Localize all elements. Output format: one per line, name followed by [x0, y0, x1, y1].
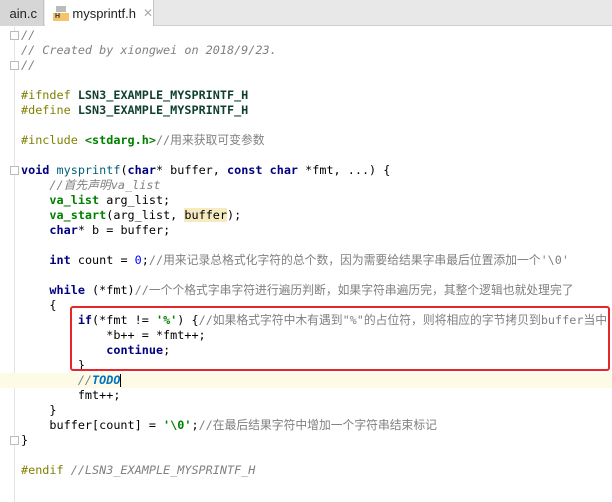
code-token: // [21, 58, 36, 72]
code-token: char [127, 163, 156, 177]
code-line: char* b = buffer; [21, 223, 607, 238]
code-token: ( [120, 163, 128, 177]
code-token: va_list [49, 193, 100, 207]
code-token: TODO [92, 373, 121, 387]
code-token: buffer [184, 208, 228, 222]
code-token: #ifndef [21, 88, 78, 102]
code-token: (*fmt) [84, 283, 135, 297]
code-editor[interactable]: //// Created by xiongwei on 2018/9/23.//… [0, 27, 612, 502]
code-token: * b = buffer; [77, 223, 171, 237]
tab-label: ain.c [9, 5, 37, 21]
code-token: ); [227, 208, 242, 222]
text-caret [120, 374, 122, 387]
code-token: { [21, 298, 57, 312]
code-line: #define LSN3_EXAMPLE_MYSPRINTF_H [21, 103, 607, 118]
code-line: void mysprintf(char* buffer, const char … [21, 163, 607, 178]
code-token: while [49, 283, 85, 297]
code-token: //LSN3_EXAMPLE_MYSPRINTF_H [70, 463, 256, 477]
code-token: count = [70, 253, 135, 267]
code-line: #endif //LSN3_EXAMPLE_MYSPRINTF_H [21, 463, 607, 478]
code-token: } [21, 433, 29, 447]
code-token: ; [191, 418, 199, 432]
code-line: #include <stdarg.h>//用来获取可变参数 [21, 133, 607, 148]
code-token: #define [21, 103, 78, 117]
code-line: va_list arg_list; [21, 193, 607, 208]
annotation-highlight-box [70, 306, 610, 371]
code-token: * buffer, [155, 163, 227, 177]
code-token: buffer[count] = [21, 418, 164, 432]
code-line: buffer[count] = '\0';//在最后结果字符中增加一个字符串结束… [21, 418, 607, 433]
code-token: //一个个格式字串字符进行遍历判断，如果字符串遍历完，其整个逻辑也就处理完了 [134, 283, 574, 297]
code-line: va_start(arg_list, buffer); [21, 208, 607, 223]
code-token: const char [227, 163, 306, 177]
code-token: LSN3_EXAMPLE_MYSPRINTF_H [77, 103, 249, 117]
code-line: fmt++; [21, 388, 607, 403]
code-token: char [49, 223, 78, 237]
code-token: ; [141, 253, 149, 267]
tab-label: mysprintf.h [72, 5, 136, 21]
code-token: LSN3_EXAMPLE_MYSPRINTF_H [77, 88, 249, 102]
code-line: // [21, 58, 607, 73]
code-token: 0 [134, 253, 142, 267]
fold-icon[interactable] [10, 31, 19, 40]
code-token: (arg_list, [106, 208, 185, 222]
code-token: #include [21, 133, 85, 147]
code-line: while (*fmt)//一个个格式字串字符进行遍历判断，如果字符串遍历完，其… [21, 283, 607, 298]
code-token: *fmt, ...) { [305, 163, 391, 177]
code-line: //TODO [21, 373, 607, 388]
header-file-icon: H [53, 5, 69, 21]
code-line: } [21, 433, 607, 448]
code-token: // [21, 28, 36, 42]
code-token: '\0' [163, 418, 192, 432]
code-line: } [21, 403, 607, 418]
code-token: void [21, 163, 57, 177]
fold-icon[interactable] [10, 61, 19, 70]
code-token: //在最后结果字符中增加一个字符串结束标记 [198, 418, 437, 432]
code-token: // [77, 373, 93, 387]
code-line: // Created by xiongwei on 2018/9/23. [21, 43, 607, 58]
tab-mysprintf-h[interactable]: H mysprintf.h ✕ [45, 0, 154, 26]
code-line: int count = 0;//用来记录总格式化字符的总个数，因为需要给结果字串… [21, 253, 607, 268]
code-token: //用来记录总格式化字符的总个数，因为需要给结果字串最后位置添加一个'\0' [148, 253, 569, 267]
code-token: fmt++; [21, 388, 121, 402]
code-token: // Created by xiongwei on 2018/9/23. [21, 43, 277, 57]
code-line: //首先声明va_list [21, 178, 607, 193]
code-token: arg_list; [99, 193, 171, 207]
code-token: va_start [49, 208, 107, 222]
code-token: mysprintf [56, 163, 121, 177]
code-token: //首先声明va_list [49, 178, 161, 192]
code-token: <stdarg.h> [84, 133, 156, 147]
fold-icon[interactable] [10, 436, 19, 445]
code-token: //用来获取可变参数 [155, 133, 265, 147]
tab-main-c[interactable]: ain.c [0, 0, 44, 26]
fold-icon[interactable] [10, 166, 19, 175]
close-tab-icon[interactable]: ✕ [143, 6, 153, 20]
editor-tab-bar: ain.c H mysprintf.h ✕ [0, 0, 612, 26]
code-token: int [49, 253, 71, 267]
code-token: } [21, 403, 57, 417]
code-line: // [21, 28, 607, 43]
code-token: #endif [21, 463, 71, 477]
gutter [14, 27, 15, 502]
code-line: #ifndef LSN3_EXAMPLE_MYSPRINTF_H [21, 88, 607, 103]
code-lines: //// Created by xiongwei on 2018/9/23.//… [21, 28, 607, 478]
